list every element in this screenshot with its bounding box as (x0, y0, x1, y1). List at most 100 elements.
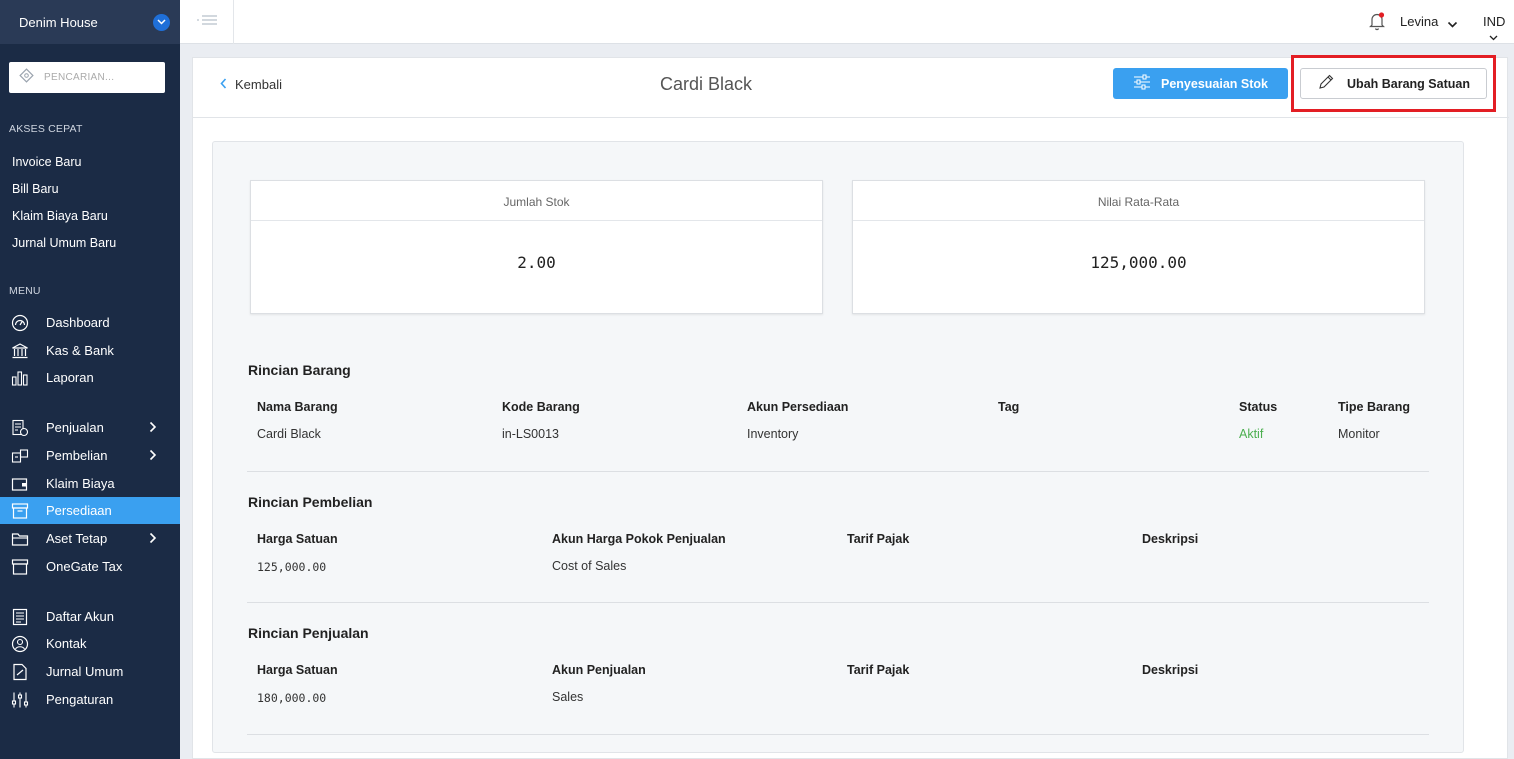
tax-icon (11, 558, 29, 576)
sidebar-item-contacts[interactable]: Kontak (0, 630, 180, 657)
stock-adjustment-button[interactable]: Penyesuaian Stok (1113, 68, 1288, 99)
divider (247, 471, 1429, 472)
column-header: Akun Penjualan (552, 663, 646, 677)
item-detail-panel: Kembali Cardi Black Penyesuaian Stok Uba… (192, 55, 1509, 759)
sidebar-item-dashboard[interactable]: Dashboard (0, 309, 180, 336)
sidebar-item-label: Persediaan (46, 503, 112, 518)
stat-value: 2.00 (517, 253, 556, 272)
column-header: Harga Satuan (257, 663, 338, 677)
journal-icon (11, 663, 29, 681)
sales-icon (11, 419, 29, 437)
pencil-icon (1317, 73, 1335, 94)
item-type-value: Monitor (1338, 427, 1380, 441)
sidebar-item-fixed-assets[interactable]: Aset Tetap (0, 525, 180, 552)
settings-icon (11, 691, 29, 709)
sidebar-item-onegate-tax[interactable]: OneGate Tax (0, 553, 180, 580)
sidebar-item-label: Jurnal Umum (46, 664, 124, 679)
detail-content: Jumlah Stok 2.00 Nilai Rata-Rata 125,000… (212, 141, 1464, 753)
stat-value: 125,000.00 (1090, 253, 1187, 272)
sidebar-item-sales[interactable]: Penjualan (0, 414, 180, 441)
quick-link-expense-claim[interactable]: Klaim Biaya Baru (12, 209, 108, 223)
user-name[interactable]: Levina (1400, 14, 1438, 29)
sidebar-item-label: Pengaturan (46, 692, 114, 707)
folder-icon (11, 530, 29, 548)
chevron-right-icon (149, 449, 157, 464)
search-input[interactable] (44, 72, 154, 83)
purchase-price-value: 125,000.00 (257, 560, 327, 574)
sidebar-item-label: Penjualan (46, 420, 104, 435)
item-name-value: Cardi Black (257, 427, 321, 441)
sidebar-item-cash-bank[interactable]: Kas & Bank (0, 337, 180, 364)
divider (247, 734, 1429, 735)
column-header: Tag (998, 400, 1020, 414)
company-name: Denim House (19, 14, 98, 30)
stock-quantity-card: Jumlah Stok 2.00 (250, 180, 823, 314)
sidebar-item-reports[interactable]: Laporan (0, 364, 180, 391)
stat-label: Nilai Rata-Rata (853, 181, 1424, 221)
sales-details-title: Rincian Penjualan (248, 625, 369, 641)
top-bar: Levina IND (180, 0, 1514, 44)
bank-icon (11, 342, 29, 360)
sidebar-item-label: Kas & Bank (46, 343, 114, 358)
account-list-icon (11, 608, 29, 626)
page-title: Cardi Black (659, 74, 753, 94)
chevron-down-icon[interactable] (1489, 28, 1498, 46)
sidebar-item-general-journal[interactable]: Jurnal Umum (0, 658, 180, 685)
column-header: Status (1239, 400, 1278, 414)
quick-link-journal[interactable]: Jurnal Umum Baru (12, 236, 116, 250)
edit-item-button[interactable]: Ubah Barang Satuan (1300, 68, 1487, 99)
menu-label: MENU (9, 285, 41, 297)
sidebar-item-label: Dashboard (46, 315, 110, 330)
chevron-right-icon (149, 532, 157, 547)
menu-toggle-button[interactable] (180, 0, 234, 44)
hamburger-icon (196, 13, 218, 31)
column-header: Deskripsi (1142, 532, 1199, 546)
page-header: Kembali Cardi Black Penyesuaian Stok Uba… (193, 55, 1509, 118)
sidebar: Denim House AKSES CEPAT Invoice Baru Bil… (0, 0, 180, 759)
company-switcher[interactable]: Denim House (0, 0, 180, 44)
inventory-icon (11, 502, 29, 520)
edit-item-label: Ubah Barang Satuan (1347, 76, 1470, 91)
sidebar-item-label: Daftar Akun (46, 609, 114, 624)
search-icon (18, 67, 35, 89)
sidebar-item-label: OneGate Tax (46, 559, 123, 574)
stat-label: Jumlah Stok (251, 181, 822, 221)
item-details-title: Rincian Barang (248, 362, 351, 378)
notification-bell-icon[interactable] (1368, 11, 1386, 36)
sidebar-item-label: Klaim Biaya (46, 476, 115, 491)
sidebar-item-inventory[interactable]: Persediaan (0, 497, 180, 524)
sidebar-item-label: Pembelian (46, 448, 108, 463)
chevron-down-icon[interactable] (153, 13, 170, 31)
column-header: Nama Barang (257, 400, 338, 414)
sidebar-item-purchases[interactable]: Pembelian (0, 442, 180, 469)
average-value-card: Nilai Rata-Rata 125,000.00 (852, 180, 1425, 314)
quick-link-bill[interactable]: Bill Baru (12, 182, 59, 196)
dashboard-icon (11, 314, 29, 332)
quick-link-invoice[interactable]: Invoice Baru (12, 155, 81, 169)
item-code-value: in-LS0013 (502, 427, 559, 441)
sidebar-item-label: Aset Tetap (46, 531, 108, 546)
language-selector[interactable]: IND (1483, 14, 1505, 29)
column-header: Harga Satuan (257, 532, 338, 546)
chevron-down-icon[interactable] (1447, 16, 1458, 34)
status-value: Aktif (1239, 427, 1264, 441)
cogs-account-value: Cost of Sales (552, 559, 627, 573)
divider (247, 602, 1429, 603)
purchase-details-title: Rincian Pembelian (248, 494, 373, 510)
sliders-icon (1133, 74, 1151, 93)
purchase-icon (11, 447, 29, 465)
chevron-right-icon (149, 421, 157, 436)
column-header: Deskripsi (1142, 663, 1199, 677)
sidebar-item-label: Kontak (46, 636, 87, 651)
column-header: Tarif Pajak (847, 663, 910, 677)
search-box[interactable] (9, 62, 165, 93)
sidebar-item-settings[interactable]: Pengaturan (0, 686, 180, 713)
contact-icon (11, 635, 29, 653)
column-header: Tarif Pajak (847, 532, 910, 546)
sidebar-item-expense-claims[interactable]: Klaim Biaya (0, 470, 180, 497)
wallet-icon (11, 475, 29, 493)
column-header: Kode Barang (502, 400, 580, 414)
sidebar-item-chart-of-accounts[interactable]: Daftar Akun (0, 603, 180, 630)
quick-access-label: AKSES CEPAT (9, 123, 83, 135)
column-header: Akun Harga Pokok Penjualan (552, 532, 726, 546)
